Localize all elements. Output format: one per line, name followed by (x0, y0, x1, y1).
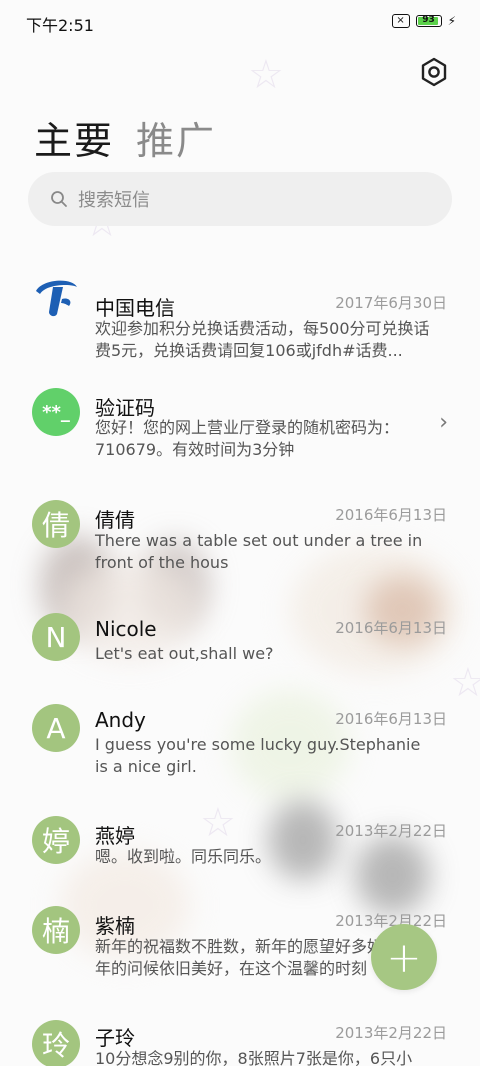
battery-icon: 93 (415, 15, 442, 27)
avatar: A (32, 704, 80, 752)
conversation-item[interactable]: 倩 倩倩 2016年6月13日 There was a table set ou… (0, 500, 480, 590)
avatar: 倩 (32, 500, 80, 548)
status-time: 下午2:51 (26, 16, 94, 35)
conversation-item[interactable]: A Andy 2016年6月13日 I guess you're some lu… (0, 704, 480, 794)
conversation-item[interactable]: 玲 子玲 2013年2月22日 10分想念9别的你，8张照片7张是你，6只小 (0, 1020, 480, 1066)
conversation-name: Andy (95, 708, 146, 732)
status-icons: × 93 ⚡ (391, 14, 456, 28)
conversation-date: 2013年2月22日 (335, 822, 447, 840)
charging-icon: ⚡ (447, 14, 456, 28)
conversation-preview: 嗯。收到啦。同乐同乐。 (95, 847, 272, 866)
new-message-button[interactable]: + (371, 924, 437, 990)
avatar: 楠 (32, 906, 80, 954)
conversation-date: 2016年6月13日 (335, 710, 447, 728)
settings-button[interactable] (418, 56, 450, 88)
tab-bar: 主要 推广 (34, 110, 216, 165)
search-icon (51, 191, 67, 207)
status-bar: 下午2:51 × 93 ⚡ (0, 0, 480, 44)
battery-level: 93 (422, 15, 435, 25)
no-sim-icon: × (391, 14, 410, 28)
avatar: 玲 (32, 1020, 80, 1066)
conversation-name: 倩倩 (95, 508, 135, 532)
verification-code-avatar: **_ (32, 388, 80, 436)
conversation-preview: Let's eat out,shall we? (95, 644, 274, 663)
search-bar[interactable]: 搜索短信 (28, 172, 452, 226)
conversation-item[interactable]: 婷 燕婷 2013年2月22日 嗯。收到啦。同乐同乐。 (0, 816, 480, 886)
conversation-preview: I guess you're some lucky guy.Stephanie … (95, 735, 421, 776)
chevron-right-icon: › (439, 410, 448, 435)
tab-primary[interactable]: 主要 (34, 110, 114, 165)
conversation-preview: 欢迎参加积分兑换话费活动，每500分可兑换话费5元，兑换话费请回复106或jfd… (95, 319, 430, 360)
china-telecom-logo-icon (32, 274, 80, 322)
avatar: 婷 (32, 816, 80, 864)
conversation-name: Nicole (95, 617, 157, 641)
tab-promotions[interactable]: 推广 (136, 110, 216, 165)
conversation-date: 2017年6月30日 (335, 294, 447, 312)
conversation-preview: There was a table set out under a tree i… (95, 531, 423, 572)
conversation-item[interactable]: N Nicole 2016年6月13日 Let's eat out,shall … (0, 613, 480, 683)
plus-icon: + (386, 932, 422, 982)
avatar: N (32, 613, 80, 661)
conversation-preview: 10分想念9别的你，8张照片7张是你，6只小 (95, 1049, 413, 1066)
conversation-date: 2016年6月13日 (335, 619, 447, 637)
conversation-date: 2016年6月13日 (335, 506, 447, 524)
conversation-name: 子玲 (95, 1026, 135, 1050)
gear-icon (421, 57, 447, 87)
conversation-item[interactable]: 中国电信 2017年6月30日 欢迎参加积分兑换话费活动，每500分可兑换话费5… (0, 272, 480, 372)
search-input[interactable]: 搜索短信 (78, 186, 150, 212)
conversation-name: 中国电信 (95, 296, 175, 320)
conversation-name: 燕婷 (95, 824, 135, 848)
conversation-date: 2013年2月22日 (335, 1024, 447, 1042)
conversation-item[interactable]: **_ 验证码 您好！您的网上营业厅登录的随机密码为：710679。有效时间为3… (0, 386, 480, 476)
conversation-preview: 您好！您的网上营业厅登录的随机密码为：710679。有效时间为3分钟 (95, 418, 400, 459)
conversation-name: 紫楠 (95, 914, 135, 938)
